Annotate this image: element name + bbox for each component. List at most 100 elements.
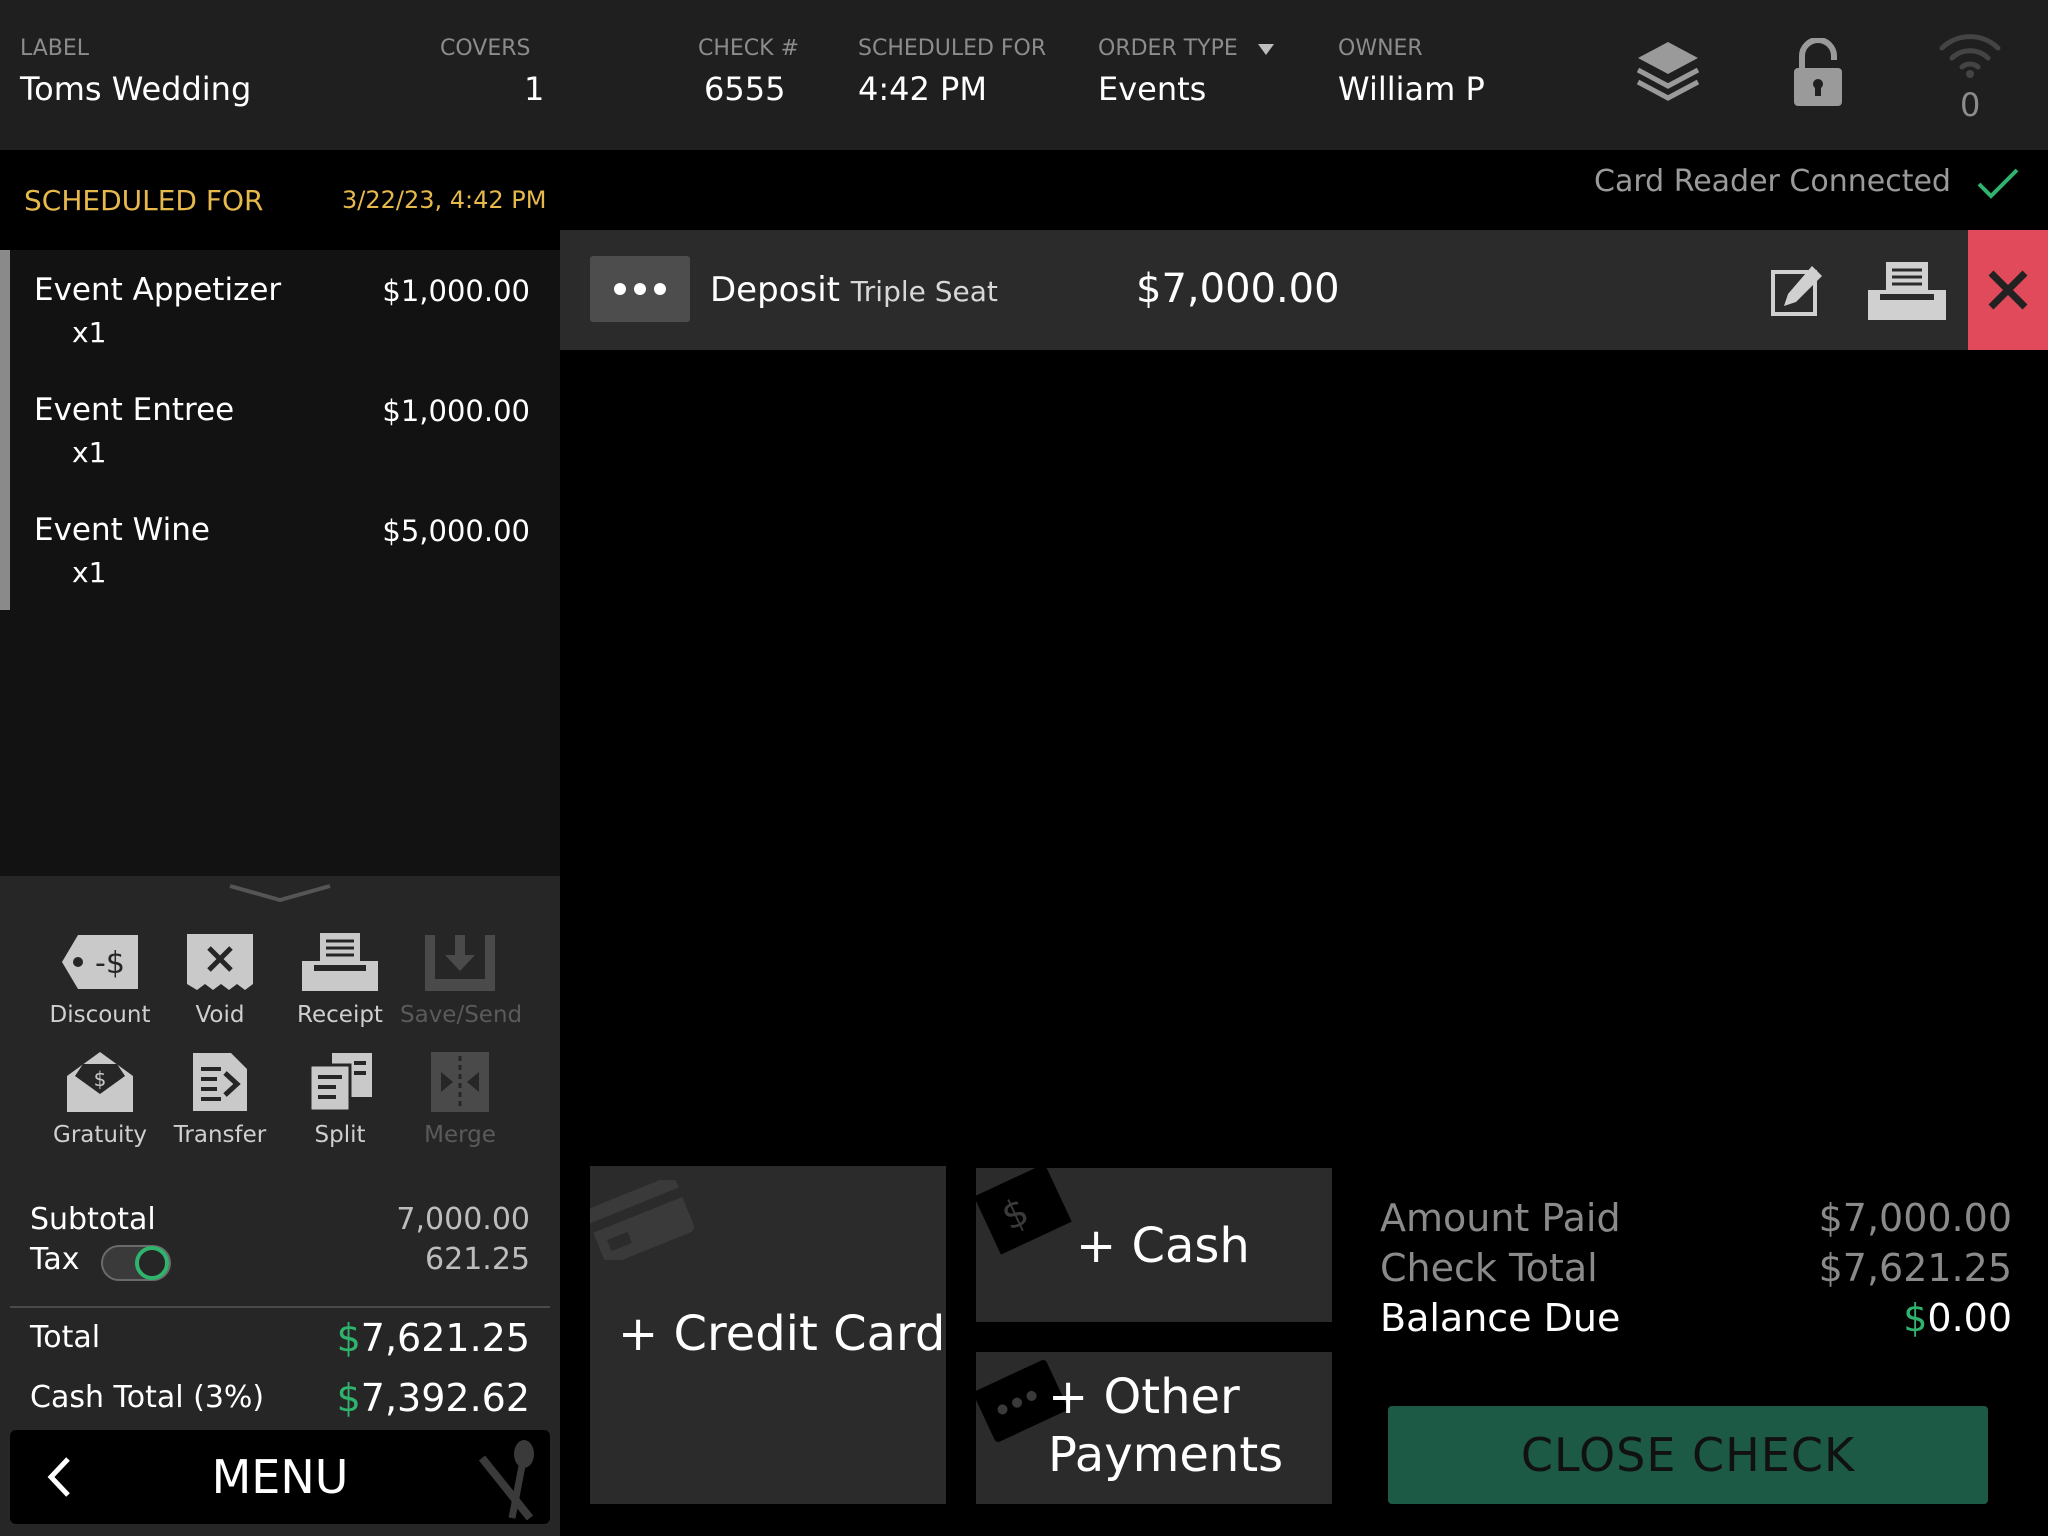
print-receipt-icon[interactable] bbox=[1866, 260, 1948, 322]
item-qty: x1 bbox=[72, 436, 107, 469]
check-total-value: $7,621.25 bbox=[1818, 1246, 2012, 1290]
utensils-icon bbox=[472, 1438, 550, 1520]
wifi-count: 0 bbox=[1960, 86, 1981, 124]
close-check-button[interactable]: CLOSE CHECK bbox=[1388, 1406, 1988, 1504]
save-send-button[interactable]: Save/Send bbox=[400, 926, 523, 1028]
discount-button[interactable]: -$ Discount bbox=[40, 926, 160, 1028]
void-ticket-icon bbox=[160, 926, 280, 998]
check-icon bbox=[1976, 166, 2020, 200]
owner-value[interactable]: William P bbox=[1338, 70, 1485, 108]
discount-tag-icon: -$ bbox=[40, 926, 160, 998]
cash-total-value: 7,392.62 bbox=[360, 1376, 530, 1420]
schedule-datetime[interactable]: 3/22/23, 4:42 PM bbox=[342, 186, 546, 214]
wifi-icon bbox=[1938, 30, 2002, 78]
scheduled-value[interactable]: 4:42 PM bbox=[858, 70, 987, 108]
amount-paid-row: Amount Paid $7,000.00 bbox=[1380, 1196, 2012, 1240]
ellipsis-icon bbox=[614, 283, 666, 295]
void-label: Void bbox=[195, 1002, 245, 1028]
cash-icon: $ bbox=[976, 1168, 1076, 1258]
menu-label: MENU bbox=[211, 1450, 349, 1504]
list-item[interactable]: Event Entree $1,000.00 x1 bbox=[0, 382, 560, 492]
cash-label: + Cash bbox=[1076, 1218, 1250, 1274]
payment-row[interactable]: Deposit Triple Seat $7,000.00 bbox=[560, 230, 1970, 350]
payment-source: Triple Seat bbox=[850, 275, 998, 308]
discount-glyph: -$ bbox=[95, 946, 125, 981]
tax-value: 621.25 bbox=[425, 1242, 530, 1277]
summary-divider bbox=[10, 1306, 550, 1308]
tax-toggle[interactable] bbox=[100, 1242, 172, 1284]
delete-payment-button[interactable] bbox=[1968, 230, 2048, 350]
receipt-button[interactable]: Receipt bbox=[280, 926, 400, 1028]
close-icon bbox=[1986, 268, 2030, 312]
covers-caption: COVERS bbox=[440, 36, 531, 61]
covers-value[interactable]: 1 bbox=[524, 70, 544, 108]
printer-icon bbox=[280, 926, 400, 998]
label-caption: LABEL bbox=[20, 36, 90, 61]
balance-due-label: Balance Due bbox=[1380, 1296, 1621, 1340]
svg-text:$: $ bbox=[94, 1067, 107, 1091]
credit-card-icon bbox=[590, 1180, 696, 1260]
split-documents-icon bbox=[280, 1046, 400, 1118]
amount-paid-label: Amount Paid bbox=[1380, 1196, 1621, 1240]
credit-card-button[interactable]: + Credit Card bbox=[590, 1166, 946, 1504]
check-total-row: Check Total $7,621.25 bbox=[1380, 1246, 2012, 1290]
edit-icon[interactable] bbox=[1770, 264, 1824, 318]
save-tray-icon bbox=[400, 926, 520, 998]
transfer-document-icon bbox=[160, 1046, 280, 1118]
card-reader-status: Card Reader Connected bbox=[1594, 164, 1951, 199]
cash-button[interactable]: $ + Cash bbox=[976, 1168, 1332, 1322]
gratuity-button[interactable]: $ Gratuity bbox=[40, 1046, 160, 1148]
transfer-label: Transfer bbox=[173, 1122, 267, 1148]
check-caption: CHECK # bbox=[698, 36, 800, 61]
layers-icon[interactable] bbox=[1634, 38, 1702, 108]
top-header: LABEL Toms Wedding COVERS 1 CHECK # 6555… bbox=[0, 0, 2048, 150]
cash-total-label: Cash Total (3%) bbox=[30, 1380, 265, 1415]
other-payments-button[interactable]: + Other Payments bbox=[976, 1352, 1332, 1504]
split-button[interactable]: Split bbox=[280, 1046, 400, 1148]
payment-method-label: Deposit bbox=[710, 270, 840, 310]
lock-icon[interactable] bbox=[1790, 38, 1846, 108]
transfer-button[interactable]: Transfer bbox=[160, 1046, 280, 1148]
item-qty: x1 bbox=[72, 556, 107, 589]
chevron-down-icon[interactable] bbox=[1258, 44, 1274, 56]
subtotal-value: 7,000.00 bbox=[396, 1202, 530, 1237]
check-value: 6555 bbox=[704, 70, 786, 108]
merge-label: Merge bbox=[424, 1122, 496, 1148]
scheduled-caption: SCHEDULED FOR bbox=[858, 36, 1047, 61]
check-total-label: Check Total bbox=[1380, 1246, 1598, 1290]
payment-method: Deposit Triple Seat bbox=[710, 270, 998, 310]
more-options-button[interactable] bbox=[590, 256, 690, 322]
list-item[interactable]: Event Wine $5,000.00 x1 bbox=[0, 502, 560, 612]
save-send-label: Save/Send bbox=[400, 1002, 523, 1028]
merge-icon bbox=[400, 1046, 520, 1118]
balance-due-currency: $ bbox=[1903, 1296, 1928, 1340]
receipt-label: Receipt bbox=[297, 1002, 383, 1028]
subtotal-label: Subtotal bbox=[30, 1202, 156, 1237]
merge-button[interactable]: Merge bbox=[400, 1046, 520, 1148]
total-currency: $ bbox=[336, 1316, 361, 1360]
item-qty: x1 bbox=[72, 316, 107, 349]
cash-total-row: Cash Total (3%) $7,392.62 bbox=[30, 1376, 530, 1420]
cash-total-currency: $ bbox=[336, 1376, 361, 1420]
label-value[interactable]: Toms Wedding bbox=[20, 70, 251, 108]
total-row: Total $7,621.25 bbox=[30, 1316, 530, 1360]
schedule-label: SCHEDULED FOR bbox=[24, 184, 264, 217]
other-payments-line1: + Other bbox=[1048, 1369, 1240, 1425]
payment-amount: $7,000.00 bbox=[1136, 266, 1340, 312]
tax-label: Tax bbox=[30, 1242, 80, 1277]
item-price: $1,000.00 bbox=[382, 274, 530, 308]
order-type-value[interactable]: Events bbox=[1098, 70, 1206, 108]
chevron-down-icon[interactable] bbox=[228, 884, 332, 902]
balance-due-row: Balance Due $0.00 bbox=[1380, 1296, 2012, 1340]
item-price: $5,000.00 bbox=[382, 514, 530, 548]
other-payments-label: + Other Payments bbox=[1048, 1368, 1283, 1484]
list-item[interactable]: Event Appetizer $1,000.00 x1 bbox=[0, 262, 560, 372]
gratuity-label: Gratuity bbox=[53, 1122, 147, 1148]
total-label: Total bbox=[30, 1320, 101, 1355]
balance-due-value: 0.00 bbox=[1927, 1296, 2012, 1340]
order-type-caption[interactable]: ORDER TYPE bbox=[1098, 36, 1238, 61]
menu-button[interactable]: MENU bbox=[10, 1430, 550, 1524]
item-price: $1,000.00 bbox=[382, 394, 530, 428]
subtotal-row: Subtotal 7,000.00 bbox=[30, 1202, 530, 1237]
void-button[interactable]: Void bbox=[160, 926, 280, 1028]
